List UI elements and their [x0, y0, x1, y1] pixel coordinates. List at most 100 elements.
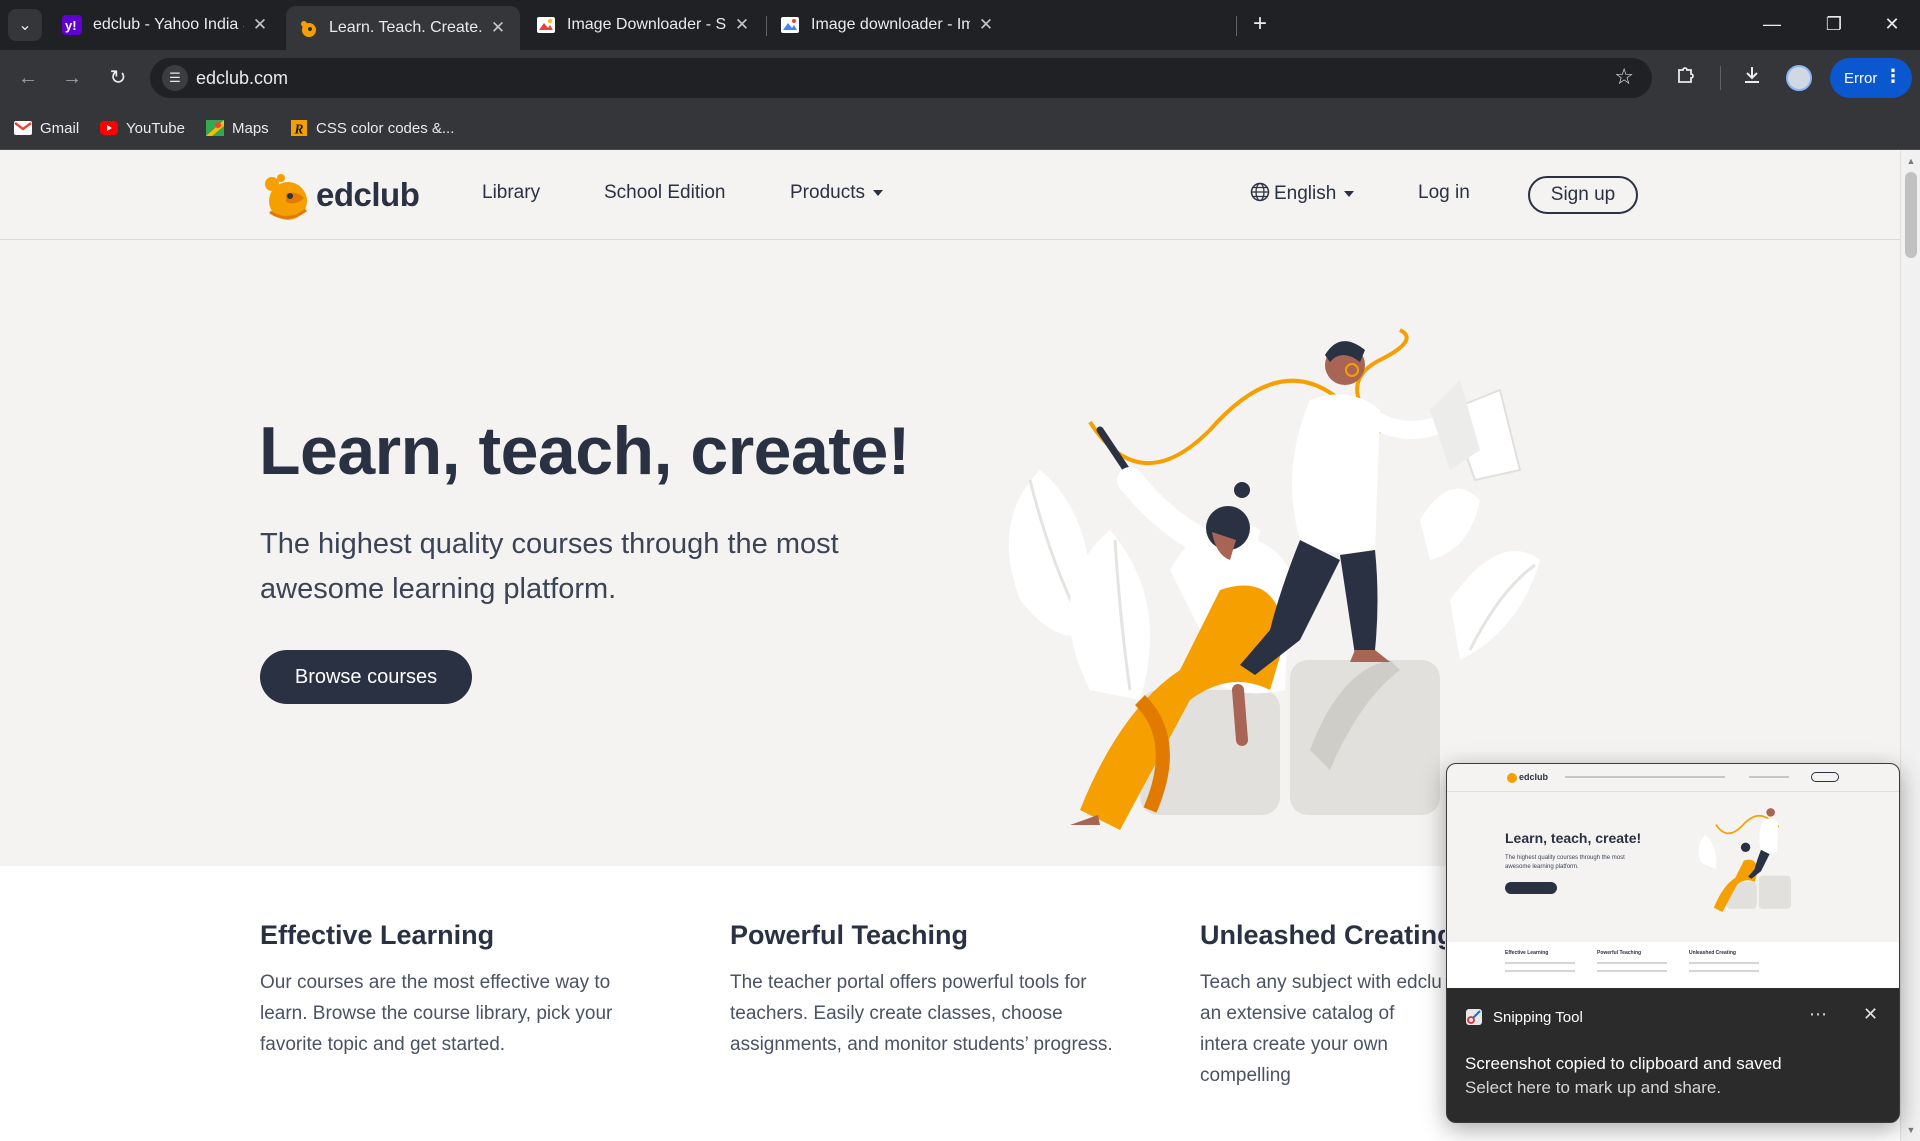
nav-products-label: Products: [790, 182, 865, 203]
thumbnail-logo-text: edclub: [1519, 772, 1549, 782]
profile-avatar[interactable]: [1786, 65, 1812, 91]
site-header: edclub Library School Edition Products E…: [0, 150, 1900, 240]
toast-subtext: Select here to mark up and share.: [1465, 1078, 1722, 1097]
close-icon[interactable]: ✕: [250, 15, 270, 35]
tab-search-button[interactable]: ⌄: [8, 9, 42, 41]
browser-error-button[interactable]: Error ⋮: [1830, 58, 1912, 98]
thumbnail-feature-title: Unleashed Creating: [1689, 950, 1736, 956]
tab-title: Image downloader - Imageye: [811, 16, 970, 33]
tab-separator: [766, 16, 767, 36]
browse-courses-button[interactable]: Browse courses: [260, 650, 472, 704]
minimize-button[interactable]: —: [1760, 12, 1784, 36]
thumbnail-subtitle: The highest quality courses through the …: [1505, 855, 1625, 870]
close-icon: ✕: [1884, 14, 1900, 34]
new-tab-button[interactable]: +: [1246, 10, 1274, 38]
browser-toolbar: ← → ↻ ☰ edclub.com ☆: [0, 50, 1920, 106]
forward-button[interactable]: →: [58, 64, 86, 92]
gmail-icon: [14, 121, 32, 135]
caret-down-icon: [1344, 190, 1355, 197]
hero-title: Learn, teach, create!: [259, 413, 910, 489]
feature-effective-learning: Effective Learning Our courses are the m…: [260, 920, 660, 1060]
scroll-up-arrow-icon[interactable]: ▲: [1901, 156, 1920, 166]
nav-products[interactable]: Products: [790, 182, 883, 204]
toast-header: Snipping Tool: [1465, 1008, 1583, 1026]
bookmark-label: Gmail: [40, 119, 80, 137]
window-close-button[interactable]: ✕: [1880, 12, 1904, 36]
maps-icon: [206, 120, 224, 136]
bookmark-maps[interactable]: Maps: [206, 117, 269, 139]
thumbnail-nav-links: [1565, 776, 1725, 778]
edclub-logo[interactable]: edclub: [260, 172, 430, 222]
close-icon[interactable]: ✕: [732, 15, 752, 35]
login-link[interactable]: Log in: [1418, 182, 1470, 204]
image-downloader-icon: [536, 15, 556, 35]
nav-school-edition[interactable]: School Edition: [604, 182, 725, 204]
thumbnail-signup: [1811, 772, 1839, 782]
close-icon[interactable]: ✕: [488, 18, 508, 38]
tab-edclub[interactable]: Learn. Teach. Create. | edclub ✕: [286, 6, 520, 50]
globe-icon: [1250, 182, 1270, 202]
extensions-button[interactable]: [1672, 64, 1700, 92]
thumbnail-feature-title: Powerful Teaching: [1597, 950, 1642, 956]
plus-icon: +: [1252, 10, 1267, 37]
tab-separator: [1236, 16, 1237, 36]
kebab-menu-icon: ⋮: [1884, 66, 1902, 86]
toast-message: Screenshot copied to clipboard and saved: [1465, 1054, 1782, 1073]
tab-title: edclub - Yahoo India Search Re: [93, 16, 244, 33]
logo-text: edclub: [316, 176, 420, 213]
bookmark-css-color-codes[interactable]: R CSS color codes &...: [290, 117, 454, 139]
page-scrollbar[interactable]: ▲ ▼: [1900, 150, 1920, 1141]
download-icon: [1745, 67, 1759, 83]
thumbnail-features: Effective Learning Powerful Teaching Unl…: [1447, 942, 1899, 988]
tab-title: Image Downloader - Save pictu: [567, 16, 726, 33]
imageye-icon: [780, 15, 800, 35]
snipping-tool-icon: [1466, 1009, 1482, 1025]
bookmark-youtube[interactable]: YouTube: [100, 117, 185, 139]
signup-button[interactable]: Sign up: [1528, 176, 1638, 214]
css-color-codes-icon: R: [291, 120, 307, 136]
minimize-icon: —: [1763, 14, 1781, 34]
language-label: English: [1274, 183, 1337, 204]
thumbnail-browse-button: [1505, 882, 1557, 894]
url-text: edclub.com: [196, 68, 289, 88]
feature-title: Unleashed Creating: [1200, 920, 1445, 950]
scroll-down-arrow-icon[interactable]: ▼: [1901, 1125, 1920, 1135]
more-options-icon[interactable]: ⋯: [1809, 1004, 1827, 1025]
bookmark-label: Maps: [232, 119, 269, 137]
nav-library[interactable]: Library: [482, 182, 540, 204]
youtube-icon: [100, 121, 118, 135]
bookmark-label: YouTube: [126, 119, 185, 137]
feature-text: Our courses are the most effective way t…: [260, 972, 613, 1055]
site-info-button[interactable]: ☰: [162, 65, 188, 91]
bookmark-label: CSS color codes &...: [316, 119, 455, 137]
arrow-left-icon: ←: [18, 67, 38, 89]
edclub-bird-icon: [1507, 773, 1517, 783]
bookmark-star-icon[interactable]: ☆: [1614, 64, 1634, 90]
feature-title: Powerful Teaching: [730, 920, 969, 950]
bookmark-gmail[interactable]: Gmail: [14, 117, 79, 139]
feature-text: The teacher portal offers powerful tools…: [730, 972, 1113, 1055]
thumbnail-illustration: [1698, 808, 1791, 912]
tab-imageye[interactable]: Image downloader - Imageye ✕: [768, 8, 1008, 42]
back-button[interactable]: ←: [14, 64, 42, 92]
tab-image-downloader[interactable]: Image Downloader - Save pictu ✕: [524, 8, 764, 42]
feature-powerful-teaching: Powerful Teaching The teacher portal off…: [730, 920, 1130, 1060]
toolbar-divider: [1720, 66, 1721, 90]
downloads-button[interactable]: [1738, 64, 1766, 92]
close-icon[interactable]: ✕: [976, 15, 996, 35]
restore-button[interactable]: ❐: [1822, 12, 1846, 36]
close-icon[interactable]: ✕: [1863, 1004, 1878, 1025]
address-bar[interactable]: ☰ edclub.com ☆: [150, 58, 1652, 98]
reload-button[interactable]: ↻: [104, 64, 132, 92]
tab-yahoo-search[interactable]: y! edclub - Yahoo India Search Re ✕: [50, 8, 282, 42]
screenshot-thumbnail[interactable]: edclub Learn, teach, create! The highest…: [1447, 764, 1899, 988]
yahoo-icon: y!: [62, 15, 82, 35]
edclub-bird-icon: [265, 174, 307, 220]
scrollbar-thumb[interactable]: [1905, 172, 1917, 258]
feature-title: Effective Learning: [260, 920, 495, 950]
tab-title: Learn. Teach. Create. | edclub: [329, 19, 482, 36]
snipping-tool-notification[interactable]: edclub Learn, teach, create! The highest…: [1446, 763, 1900, 1123]
arrow-right-icon: →: [62, 67, 82, 89]
chevron-down-icon: ⌄: [18, 17, 32, 34]
language-selector[interactable]: English: [1250, 182, 1355, 205]
